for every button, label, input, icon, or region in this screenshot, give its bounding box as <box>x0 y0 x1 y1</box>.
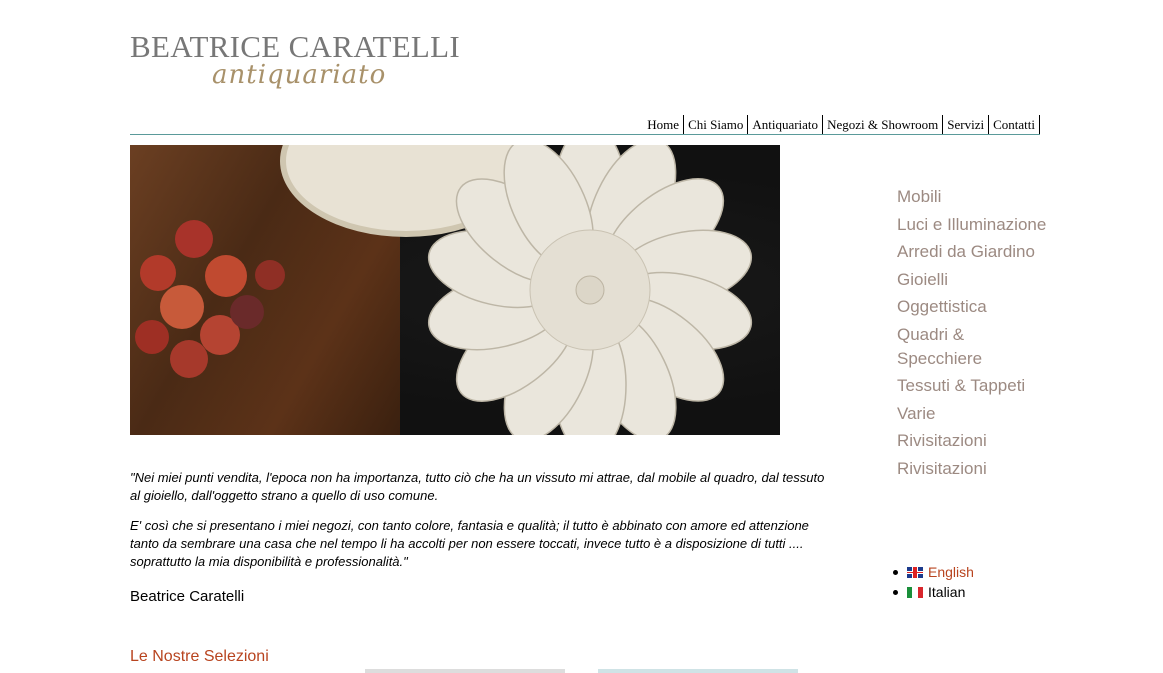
language-italian[interactable]: Italian <box>893 582 974 602</box>
category-arredi-giardino[interactable]: Arredi da Giardino <box>897 240 1047 264</box>
category-tessuti-tappeti[interactable]: Tessuti & Tappeti <box>897 374 1047 398</box>
logo-title: BEATRICE CARATELLI <box>130 29 461 64</box>
hero-fruit <box>135 320 169 354</box>
owner-quote: "Nei miei punti vendita, l'epoca non ha … <box>130 469 830 583</box>
bullet-icon <box>893 569 898 575</box>
nav-contatti[interactable]: Contatti <box>989 115 1040 134</box>
hero-fruit <box>230 295 264 329</box>
category-varie[interactable]: Varie <box>897 402 1047 426</box>
nav-antiquariato[interactable]: Antiquariato <box>748 115 824 134</box>
language-english[interactable]: English <box>893 562 974 582</box>
nav-negozi-showroom[interactable]: Negozi & Showroom <box>823 115 944 134</box>
hero-fruit <box>205 255 247 297</box>
selection-thumbnail[interactable] <box>598 669 798 673</box>
quote-paragraph-1: "Nei miei punti vendita, l'epoca non ha … <box>130 470 825 503</box>
logo-subtitle: antiquariato <box>212 60 387 90</box>
quote-paragraph-2: E' così che si presentano i miei negozi,… <box>130 518 809 569</box>
hero-fruit <box>140 255 176 291</box>
selections-heading: Le Nostre Selezioni <box>130 648 269 665</box>
signature: Beatrice Caratelli <box>130 588 245 605</box>
nav-home[interactable]: Home <box>643 115 685 134</box>
category-luci-illuminazione[interactable]: Luci e Illuminazione <box>897 213 1047 237</box>
category-menu: Mobili Luci e Illuminazione Arredi da Gi… <box>897 185 1047 484</box>
main-nav: Home Chi Siamo Antiquariato Negozi & Sho… <box>643 115 1040 134</box>
language-switcher: English Italian <box>893 562 974 602</box>
language-italian-label: Italian <box>928 584 966 600</box>
header-divider <box>130 134 1040 135</box>
marble-flower-dish <box>427 145 753 435</box>
nav-servizi[interactable]: Servizi <box>943 115 990 134</box>
hero-fruit <box>160 285 204 329</box>
selection-thumbnail[interactable] <box>365 669 565 673</box>
hero-image <box>130 145 780 435</box>
italy-flag-icon <box>907 586 923 598</box>
nav-chi-siamo[interactable]: Chi Siamo <box>684 115 749 134</box>
hero-fruit <box>175 220 213 258</box>
category-rivisitazioni[interactable]: Rivisitazioni <box>897 429 1047 453</box>
category-quadri-specchiere[interactable]: Quadri & Specchiere <box>897 323 1047 371</box>
language-english-label: English <box>928 564 974 580</box>
category-mobili[interactable]: Mobili <box>897 185 1047 209</box>
bullet-icon <box>893 589 898 595</box>
category-gioielli[interactable]: Gioielli <box>897 268 1047 292</box>
category-rivisitazioni-2[interactable]: Rivisitazioni <box>897 457 1047 481</box>
category-oggettistica[interactable]: Oggettistica <box>897 295 1047 319</box>
hero-fruit <box>170 340 208 378</box>
hero-fruit <box>255 260 285 290</box>
site-logo[interactable]: BEATRICE CARATELLI antiquariato <box>130 29 461 91</box>
uk-flag-icon <box>907 566 923 578</box>
